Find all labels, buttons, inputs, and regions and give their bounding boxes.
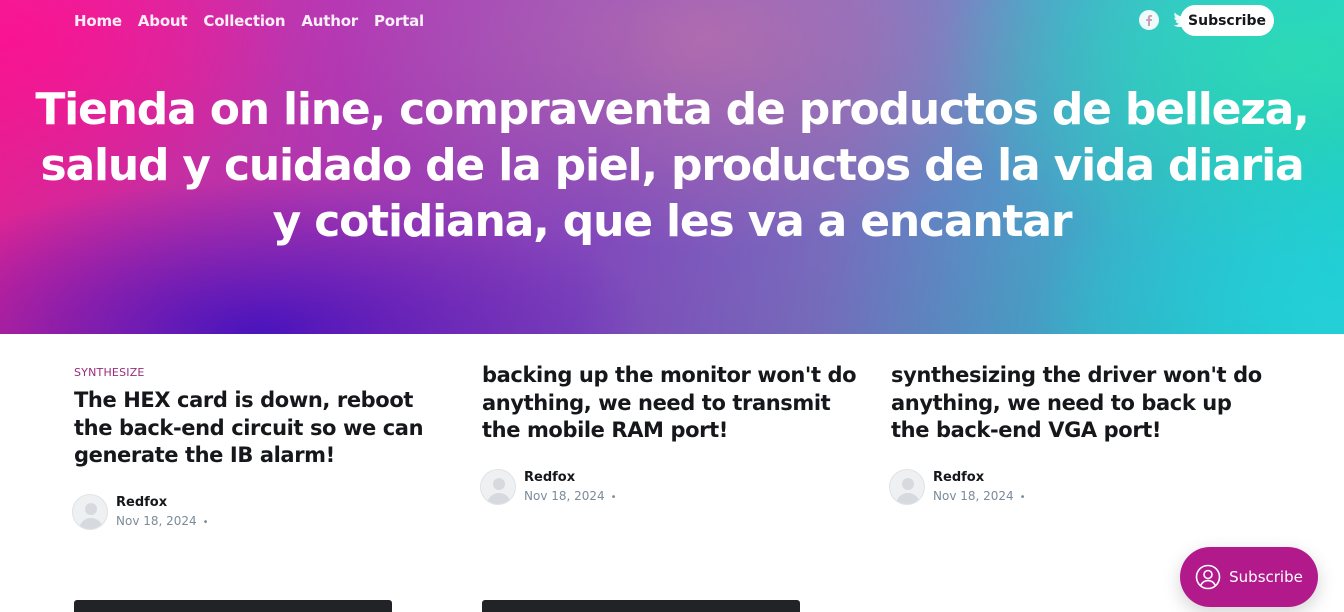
meta-dot: • xyxy=(202,517,209,528)
next-post-title-partial xyxy=(482,600,800,612)
post-title[interactable]: synthesizing the driver won't do anythin… xyxy=(891,362,1271,445)
next-post-title-partial xyxy=(74,600,392,612)
portal-subscribe-button[interactable]: Subscribe xyxy=(1180,547,1318,607)
main-nav: Home About Collection Author Portal xyxy=(74,12,424,30)
avatar[interactable] xyxy=(889,468,925,505)
avatar[interactable] xyxy=(72,493,108,530)
post-card[interactable]: synthesizing the driver won't do anythin… xyxy=(889,362,1271,505)
avatar[interactable] xyxy=(480,468,516,505)
post-tag[interactable]: SYNTHESIZE xyxy=(74,366,454,379)
nav-collection[interactable]: Collection xyxy=(203,12,285,30)
post-date-text: Nov 18, 2024 xyxy=(933,489,1014,503)
author-name[interactable]: Redfox xyxy=(116,495,209,510)
post-title[interactable]: The HEX card is down, reboot the back-en… xyxy=(74,387,454,470)
nav-about[interactable]: About xyxy=(138,12,188,30)
meta-dot: • xyxy=(1019,492,1026,503)
hero-banner: Home About Collection Author Portal Subs… xyxy=(0,0,1344,334)
meta-dot: • xyxy=(610,492,617,503)
nav-author[interactable]: Author xyxy=(301,12,358,30)
author-name[interactable]: Redfox xyxy=(524,470,617,485)
user-circle-icon xyxy=(1195,564,1221,590)
post-date: Nov 18, 2024 • xyxy=(524,489,617,503)
post-title[interactable]: backing up the monitor won't do anything… xyxy=(482,362,862,445)
post-date-text: Nov 18, 2024 xyxy=(116,514,197,528)
post-date: Nov 18, 2024 • xyxy=(116,514,209,528)
post-meta: Redfox Nov 18, 2024 • xyxy=(889,468,1271,505)
post-meta: Redfox Nov 18, 2024 • xyxy=(480,468,862,505)
nav-home[interactable]: Home xyxy=(74,12,122,30)
facebook-icon[interactable] xyxy=(1138,9,1160,31)
post-date: Nov 18, 2024 • xyxy=(933,489,1026,503)
site-description: Tienda on line, compraventa de productos… xyxy=(35,84,1310,247)
nav-portal[interactable]: Portal xyxy=(374,12,424,30)
author-name[interactable]: Redfox xyxy=(933,470,1026,485)
post-card[interactable]: backing up the monitor won't do anything… xyxy=(480,362,862,505)
post-date-text: Nov 18, 2024 xyxy=(524,489,605,503)
header-subscribe-button[interactable]: Subscribe xyxy=(1180,5,1274,36)
portal-subscribe-label: Subscribe xyxy=(1229,568,1303,586)
post-card[interactable]: SYNTHESIZE The HEX card is down, reboot … xyxy=(72,366,454,530)
post-meta: Redfox Nov 18, 2024 • xyxy=(72,493,454,530)
